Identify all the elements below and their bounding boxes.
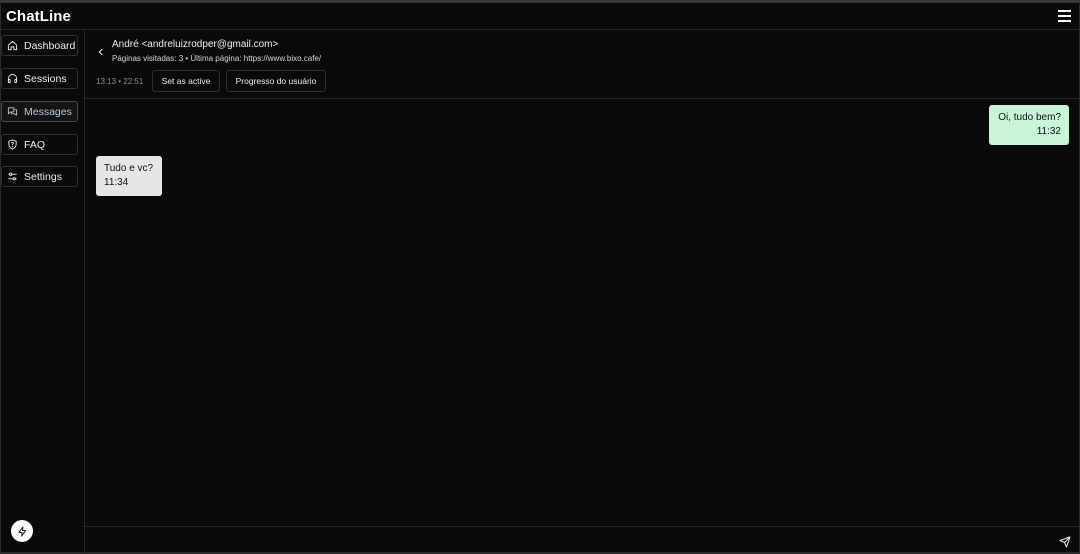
sidebar: Dashboard Sessions Messages FAQ Settings	[0, 30, 85, 554]
user-progress-button[interactable]: Progresso do usuário	[226, 70, 326, 92]
sliders-icon	[8, 172, 17, 181]
session-times: 13:13 • 22:51	[96, 77, 144, 86]
message-bubble-outgoing: Oi, tudo bem? 11:32	[989, 105, 1069, 145]
sidebar-item-dashboard[interactable]: Dashboard	[1, 35, 78, 56]
headphones-icon	[7, 73, 18, 84]
message-text: Oi, tudo bem?	[998, 112, 1061, 123]
shield-icon	[8, 139, 17, 150]
message-time: 11:34	[104, 177, 129, 188]
send-icon[interactable]	[1059, 535, 1071, 548]
message-input[interactable]	[93, 531, 1043, 551]
top-bar: ChatLine	[0, 3, 1080, 30]
sidebar-item-settings[interactable]: Settings	[1, 166, 78, 187]
message-time: 11:32	[1036, 126, 1061, 137]
sidebar-item-messages[interactable]: Messages	[1, 101, 78, 122]
sidebar-item-label: Settings	[24, 170, 62, 183]
sidebar-item-sessions[interactable]: Sessions	[1, 68, 78, 89]
hamburger-menu-icon[interactable]	[1058, 10, 1072, 22]
visit-info: Páginas visitadas: 3 • Última página: ht…	[112, 54, 322, 63]
sidebar-item-faq[interactable]: FAQ	[1, 134, 78, 155]
sidebar-item-label: FAQ	[24, 138, 46, 151]
message-composer	[85, 526, 1080, 554]
sidebar-item-label: Sessions	[24, 72, 67, 85]
lightning-icon[interactable]	[11, 520, 33, 542]
sidebar-item-label: Dashboard	[24, 39, 76, 52]
chevron-left-icon[interactable]	[96, 44, 106, 56]
contact-name: André <andreluizrodper@gmail.com>	[112, 39, 279, 50]
message-text: Tudo e vc?	[104, 163, 154, 174]
home-icon	[7, 40, 18, 51]
conversation-header: André <andreluizrodper@gmail.com> Página…	[85, 30, 1080, 99]
messages-icon	[7, 107, 18, 116]
sidebar-item-label: Messages	[24, 105, 72, 118]
message-bubble-incoming: Tudo e vc? 11:34	[96, 156, 162, 196]
set-active-button[interactable]: Set as active	[152, 70, 220, 92]
app-title: ChatLine	[6, 8, 71, 25]
